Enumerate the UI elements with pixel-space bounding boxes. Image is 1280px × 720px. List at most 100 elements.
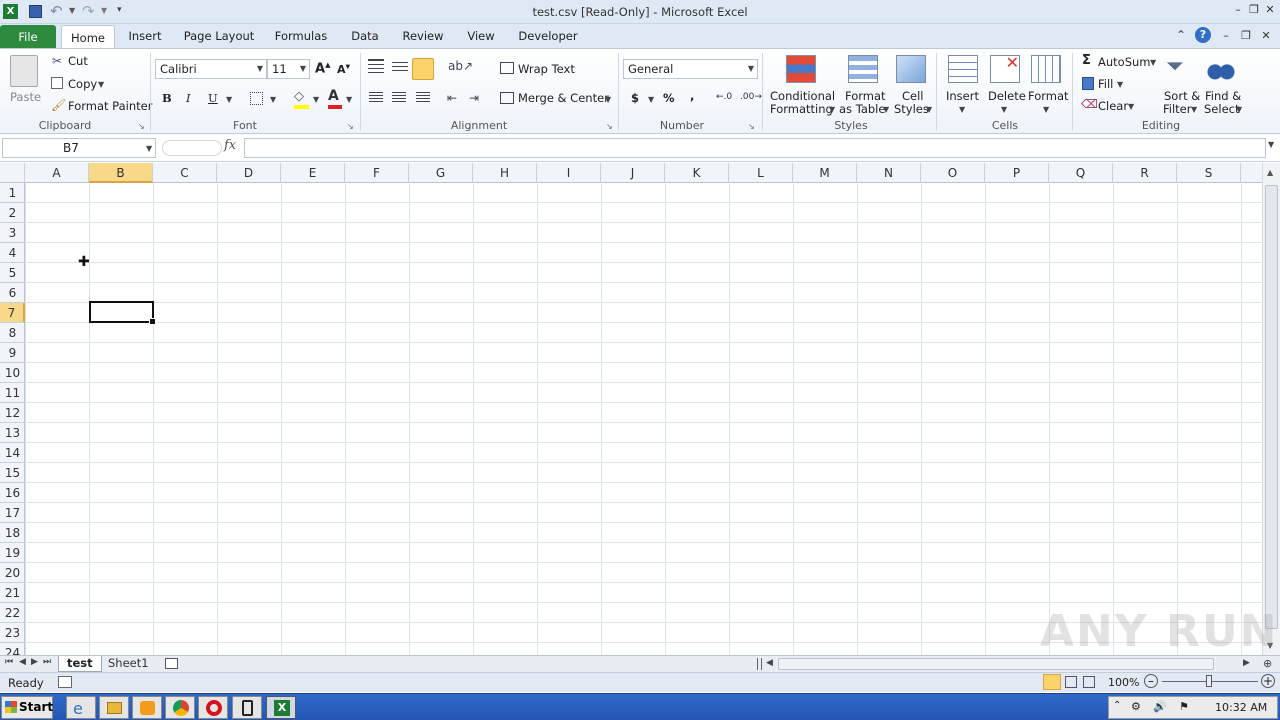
row-header-17[interactable]: 17 xyxy=(0,503,25,523)
align-right-icon[interactable] xyxy=(416,92,430,104)
insert-worksheet-icon[interactable] xyxy=(165,658,178,669)
tab-review[interactable]: Review xyxy=(398,24,448,48)
taskbar-chrome[interactable] xyxy=(165,696,195,719)
column-header-a[interactable]: A xyxy=(25,163,89,183)
format-painter-icon[interactable]: 🖌 xyxy=(51,98,66,112)
format-cells-dropdown-icon[interactable]: ▼ xyxy=(1043,105,1049,114)
delete-cells-dropdown-icon[interactable]: ▼ xyxy=(1001,105,1007,114)
h-expand-icon[interactable]: ⊕ xyxy=(1263,657,1272,670)
help-icon[interactable]: ? xyxy=(1195,27,1211,43)
currency-dropdown-icon[interactable]: ▼ xyxy=(648,95,654,104)
find-select-label-2[interactable]: Select xyxy=(1204,102,1239,116)
font-size-dropdown[interactable]: 11 ▼ xyxy=(267,59,310,79)
clock[interactable]: 10:32 AM xyxy=(1215,701,1267,714)
scroll-left-icon[interactable]: ◀ xyxy=(766,658,773,668)
sort-filter-dropdown-icon[interactable]: ▼ xyxy=(1191,105,1197,114)
chevron-down-icon[interactable]: ▼ xyxy=(146,140,152,158)
copy-icon[interactable] xyxy=(51,77,63,89)
increase-indent-icon[interactable]: ⇥ xyxy=(469,91,479,105)
paste-button[interactable]: Paste xyxy=(10,90,41,104)
insert-cells-icon[interactable] xyxy=(948,55,978,83)
prev-sheet-icon[interactable]: ◀ xyxy=(19,657,26,667)
format-table-dropdown-icon[interactable]: ▼ xyxy=(883,105,889,114)
clipboard-launcher-icon[interactable]: ↘ xyxy=(138,122,145,131)
fill-color-icon[interactable]: ◇ xyxy=(294,89,309,109)
sort-filter-icon[interactable]: ⏷ xyxy=(1166,54,1184,79)
row-header-10[interactable]: 10 xyxy=(0,363,25,383)
align-top-icon[interactable] xyxy=(368,59,384,73)
row-header-7[interactable]: 7 xyxy=(0,303,25,323)
comma-button[interactable]: , xyxy=(690,89,694,103)
select-all-button[interactable] xyxy=(0,163,25,183)
tab-home[interactable]: Home xyxy=(61,25,115,49)
insert-function-icon[interactable]: fx xyxy=(224,138,236,153)
next-sheet-icon[interactable]: ▶ xyxy=(31,657,38,667)
horizontal-scroll-thumb[interactable] xyxy=(778,658,1214,670)
align-left-icon[interactable] xyxy=(369,92,383,104)
merge-center-icon[interactable] xyxy=(500,92,514,104)
row-header-22[interactable]: 22 xyxy=(0,603,25,623)
copy-dropdown-icon[interactable]: ▼ xyxy=(98,80,104,89)
row-header-21[interactable]: 21 xyxy=(0,583,25,603)
column-header-q[interactable]: Q xyxy=(1049,163,1113,183)
taskbar-excel[interactable]: X xyxy=(266,696,296,719)
row-header-20[interactable]: 20 xyxy=(0,563,25,583)
column-header-i[interactable]: I xyxy=(537,163,601,183)
spreadsheet-grid[interactable]: ABCDEFGHIJKLMNOPQRS 1 2 3 4 5 6 7 8 9 10 11 12 13 14 1… xyxy=(0,163,1262,655)
decrease-decimal-icon[interactable]: .00→ xyxy=(740,92,762,102)
row-header-6[interactable]: 6 xyxy=(0,283,25,303)
format-as-table-icon[interactable] xyxy=(848,55,878,83)
taskbar-media[interactable] xyxy=(132,696,162,719)
page-break-view-icon[interactable] xyxy=(1083,676,1095,688)
row-header-16[interactable]: 16 xyxy=(0,483,25,503)
find-select-label-1[interactable]: Find & xyxy=(1205,89,1241,103)
row-header-4[interactable]: 4 xyxy=(0,243,25,263)
underline-dropdown-icon[interactable]: ▼ xyxy=(226,95,232,104)
formula-input[interactable] xyxy=(244,138,1266,158)
fill-icon[interactable] xyxy=(1082,77,1094,90)
percent-button[interactable]: % xyxy=(663,91,675,105)
normal-view-icon[interactable] xyxy=(1043,674,1061,690)
column-header-d[interactable]: D xyxy=(217,163,281,183)
tab-view[interactable]: View xyxy=(460,24,502,48)
bold-button[interactable]: B xyxy=(162,91,172,105)
vertical-scrollbar[interactable]: ▲ ▼ xyxy=(1262,163,1280,655)
autosum-icon[interactable]: Σ xyxy=(1082,53,1091,68)
tab-file[interactable]: File xyxy=(0,25,56,48)
insert-cells-dropdown-icon[interactable]: ▼ xyxy=(959,105,965,114)
row-header-11[interactable]: 11 xyxy=(0,383,25,403)
row-header-8[interactable]: 8 xyxy=(0,323,25,343)
tab-split-handle-icon[interactable] xyxy=(757,658,762,670)
wrap-text-button[interactable]: Wrap Text xyxy=(518,62,575,76)
conditional-dropdown-icon[interactable]: ▼ xyxy=(829,105,835,114)
wrap-text-icon[interactable] xyxy=(500,62,514,74)
font-launcher-icon[interactable]: ↘ xyxy=(347,122,354,131)
row-header-14[interactable]: 14 xyxy=(0,443,25,463)
tab-page-layout[interactable]: Page Layout xyxy=(180,24,258,48)
scissors-icon[interactable]: ✂ xyxy=(52,54,62,68)
cut-button[interactable]: Cut xyxy=(68,54,88,68)
shrink-font-icon[interactable]: A▼ xyxy=(337,63,350,76)
taskbar-opera[interactable] xyxy=(198,696,228,719)
column-header-g[interactable]: G xyxy=(409,163,473,183)
tab-developer[interactable]: Developer xyxy=(512,24,584,48)
column-header-m[interactable]: M xyxy=(793,163,857,183)
format-cells-icon[interactable] xyxy=(1031,55,1061,83)
workbook-minimize-button[interactable]: – xyxy=(1218,29,1234,43)
copy-button[interactable]: Copy xyxy=(68,77,97,91)
binoculars-icon[interactable] xyxy=(1206,55,1236,81)
sort-filter-label-1[interactable]: Sort & xyxy=(1164,89,1200,103)
delete-cells-icon[interactable]: ✕ xyxy=(990,55,1020,83)
minimize-button[interactable]: – xyxy=(1230,3,1246,17)
page-layout-view-icon[interactable] xyxy=(1065,676,1077,688)
active-cell[interactable] xyxy=(89,301,156,325)
minimize-ribbon-icon[interactable]: ⌃ xyxy=(1176,28,1186,42)
row-header-2[interactable]: 2 xyxy=(0,203,25,223)
paste-icon[interactable] xyxy=(10,55,38,87)
font-color-dropdown-icon[interactable]: ▼ xyxy=(346,95,352,104)
tab-data[interactable]: Data xyxy=(344,24,386,48)
scroll-right-icon[interactable]: ▶ xyxy=(1243,658,1250,668)
tab-insert[interactable]: Insert xyxy=(122,24,168,48)
row-header-12[interactable]: 12 xyxy=(0,403,25,423)
column-header-n[interactable]: N xyxy=(857,163,921,183)
